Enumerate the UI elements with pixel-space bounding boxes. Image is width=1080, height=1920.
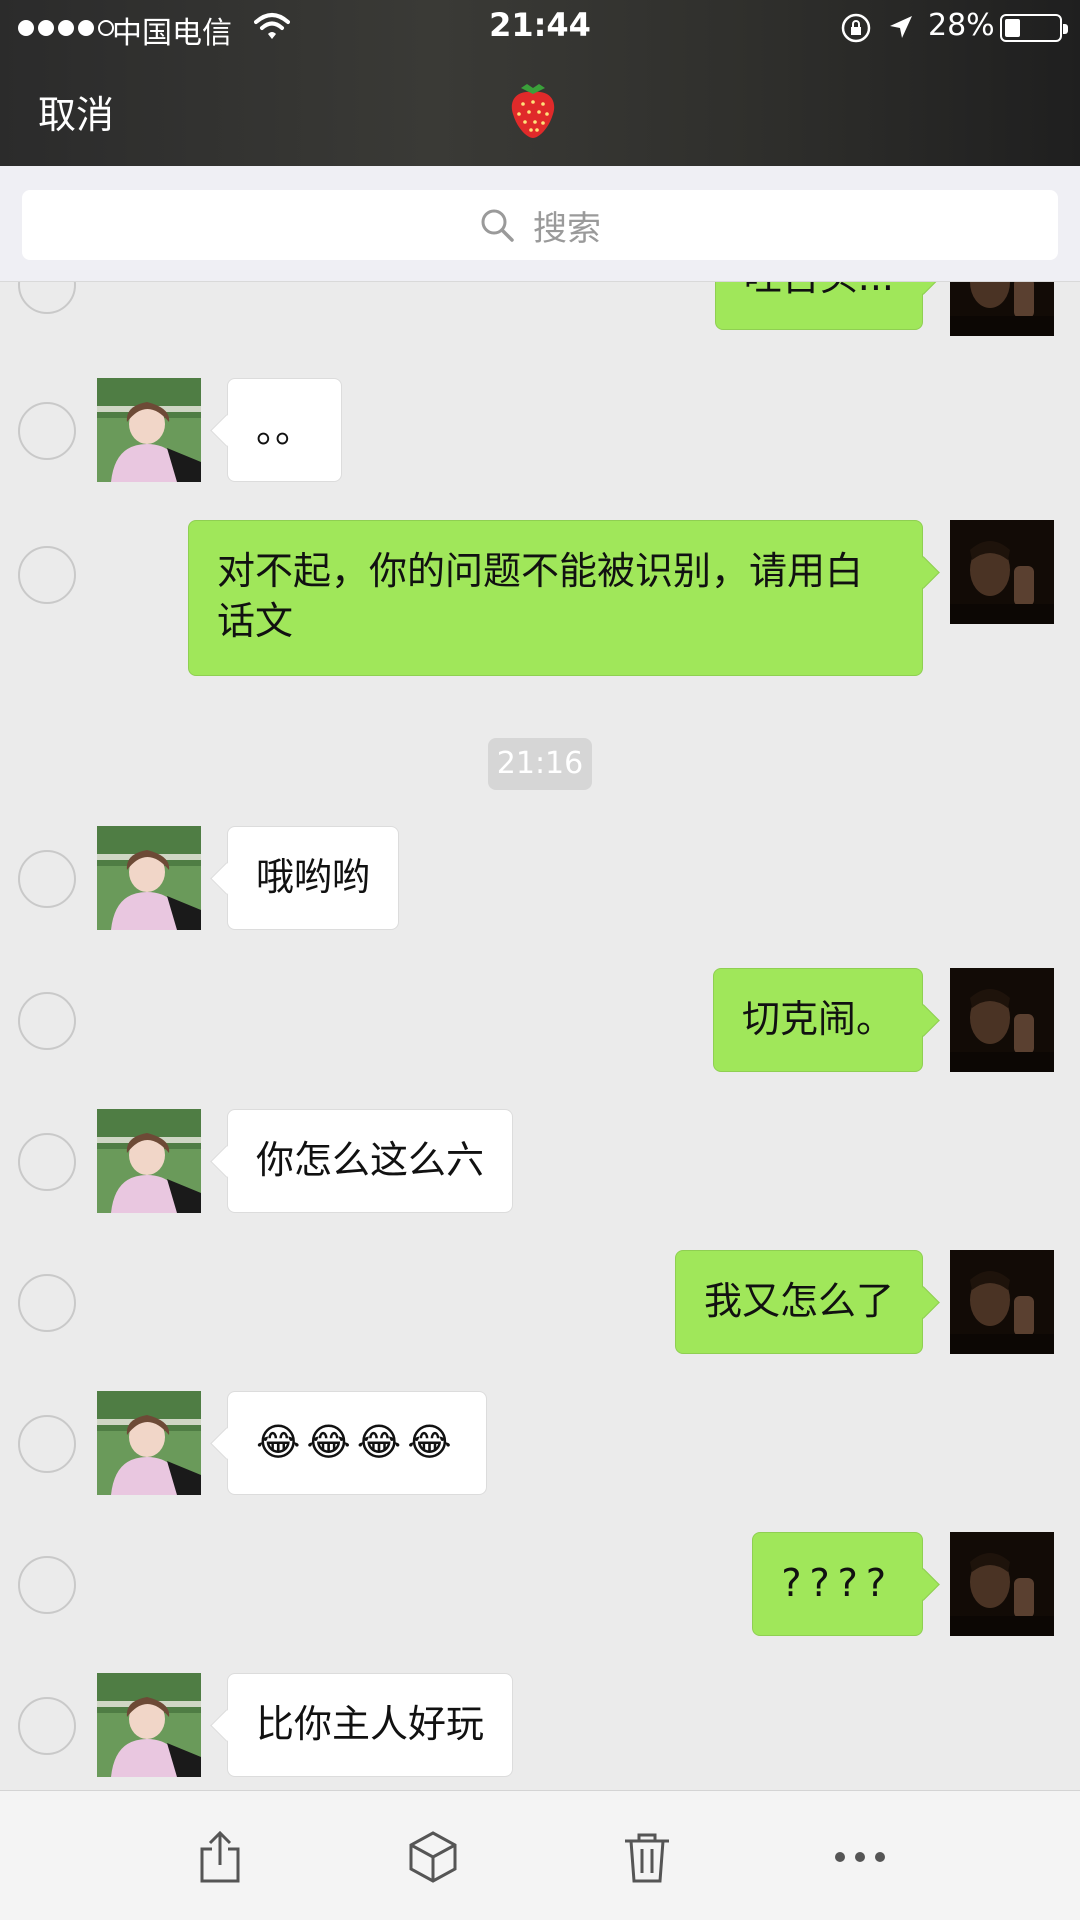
message-row: 切克闹。 [0,968,1080,1072]
timestamp: 21:16 [488,738,592,790]
select-circle[interactable] [18,282,76,314]
status-bar: 中国电信 21:44 28% [0,0,1080,54]
bottom-toolbar [0,1790,1080,1920]
select-circle[interactable] [18,1697,76,1755]
select-circle[interactable] [18,1556,76,1614]
select-circle[interactable] [18,546,76,604]
battery-tip [1063,24,1068,34]
strawberry-icon [511,84,555,138]
incoming-bubble[interactable]: 😂😂😂😂 [227,1391,487,1495]
avatar[interactable] [97,378,201,482]
share-icon [200,1830,240,1883]
avatar[interactable] [97,1391,201,1495]
message-row: 比你主人好玩 [0,1673,1080,1777]
battery-icon [1000,14,1068,42]
favorite-button[interactable] [403,1827,463,1887]
message-row: 我又怎么了 [0,1250,1080,1354]
avatar[interactable] [950,1532,1054,1636]
rotation-lock-icon [841,13,871,43]
clock: 21:44 [489,6,591,44]
delete-button[interactable] [617,1827,677,1887]
message-row: ???? [0,1532,1080,1636]
select-circle[interactable] [18,1133,76,1191]
select-circle[interactable] [18,402,76,460]
avatar[interactable] [950,520,1054,624]
outgoing-bubble[interactable]: 对不起，你的问题不能被识别，请用白话文 [188,520,923,676]
search-input[interactable]: 搜索 [22,190,1058,260]
avatar[interactable] [97,826,201,930]
message-row: 吐舌头... [0,282,1080,342]
battery-fill [1005,19,1020,37]
select-circle[interactable] [18,1415,76,1473]
outgoing-bubble[interactable]: 我又怎么了 [674,1250,923,1354]
avatar[interactable] [950,1250,1054,1354]
trash-icon [625,1833,669,1883]
header: 中国电信 21:44 28% 取消 [0,0,1080,166]
message-row: 哦哟哟 [0,826,1080,930]
box-icon [409,1831,457,1883]
select-circle[interactable] [18,850,76,908]
incoming-bubble[interactable]: 你怎么这么六 [227,1109,514,1213]
incoming-bubble[interactable]: 。。 [227,378,343,482]
incoming-bubble[interactable]: 比你主人好玩 [227,1673,514,1777]
outgoing-bubble[interactable]: 切克闹。 [712,968,923,1072]
select-circle[interactable] [18,1274,76,1332]
chat-area: 吐舌头... 。。 对不起，你的问题不能被识别，请用白话文 21:16 哦哟哟 … [0,282,1080,1790]
avatar[interactable] [97,1109,201,1213]
message-row: 😂😂😂😂 [0,1391,1080,1495]
more-button[interactable] [830,1827,890,1887]
incoming-bubble[interactable]: 哦哟哟 [227,826,400,930]
avatar[interactable] [950,282,1054,336]
nav-bar: 取消 [0,54,1080,166]
outgoing-bubble[interactable]: ???? [752,1532,923,1636]
share-button[interactable] [190,1827,250,1887]
select-circle[interactable] [18,992,76,1050]
avatar[interactable] [950,968,1054,1072]
search-placeholder: 搜索 [533,208,601,249]
location-arrow-icon [890,16,912,38]
search-icon [481,209,514,242]
avatar[interactable] [97,1673,201,1777]
message-row: 你怎么这么六 [0,1109,1080,1213]
message-row: 。。 [0,378,1080,482]
search-bar: 搜索 [0,166,1080,282]
battery-percent: 28% [928,8,995,43]
message-row: 对不起，你的问题不能被识别，请用白话文 [0,520,1080,676]
outgoing-bubble[interactable]: 吐舌头... [714,282,923,330]
more-icon [835,1852,885,1862]
cancel-button[interactable]: 取消 [38,84,114,139]
